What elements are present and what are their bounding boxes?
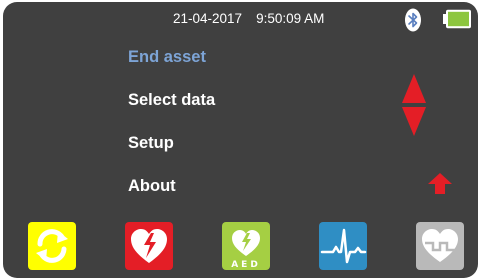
- aed-button[interactable]: AED: [222, 222, 270, 270]
- time-text: 9:50:09 AM: [256, 11, 325, 26]
- refresh-icon: [36, 229, 68, 263]
- aed-heart-icon: AED: [231, 230, 261, 270]
- bottom-toolbar: AED: [3, 217, 478, 278]
- heart-download-button[interactable]: [416, 222, 464, 270]
- ecg-waveform-icon: [320, 228, 367, 264]
- ecg-button[interactable]: [319, 222, 367, 270]
- broken-heart-icon: [131, 229, 167, 263]
- back-arrow-icon[interactable]: [428, 173, 452, 194]
- status-bar: 21-04-2017 9:50:09 AM: [3, 2, 478, 36]
- refresh-button[interactable]: [28, 222, 76, 270]
- aed-label: AED: [231, 260, 261, 270]
- menu-item-select-data[interactable]: Select data: [128, 91, 215, 110]
- date-text: 21-04-2017: [173, 11, 243, 26]
- broken-heart-button[interactable]: [125, 222, 173, 270]
- device-screen: 21-04-2017 9:50:09 AM End asset Select da…: [3, 2, 478, 278]
- bluetooth-icon: [405, 8, 421, 32]
- battery-icon: [443, 9, 471, 29]
- heart-download-icon: [422, 229, 458, 262]
- up-down-arrows-icon[interactable]: [401, 74, 427, 136]
- menu-item-setup[interactable]: Setup: [128, 134, 174, 153]
- menu-item-end-asset[interactable]: End asset: [128, 48, 206, 67]
- menu-item-about[interactable]: About: [128, 177, 176, 196]
- datetime-display: 21-04-2017 9:50:09 AM: [173, 11, 324, 26]
